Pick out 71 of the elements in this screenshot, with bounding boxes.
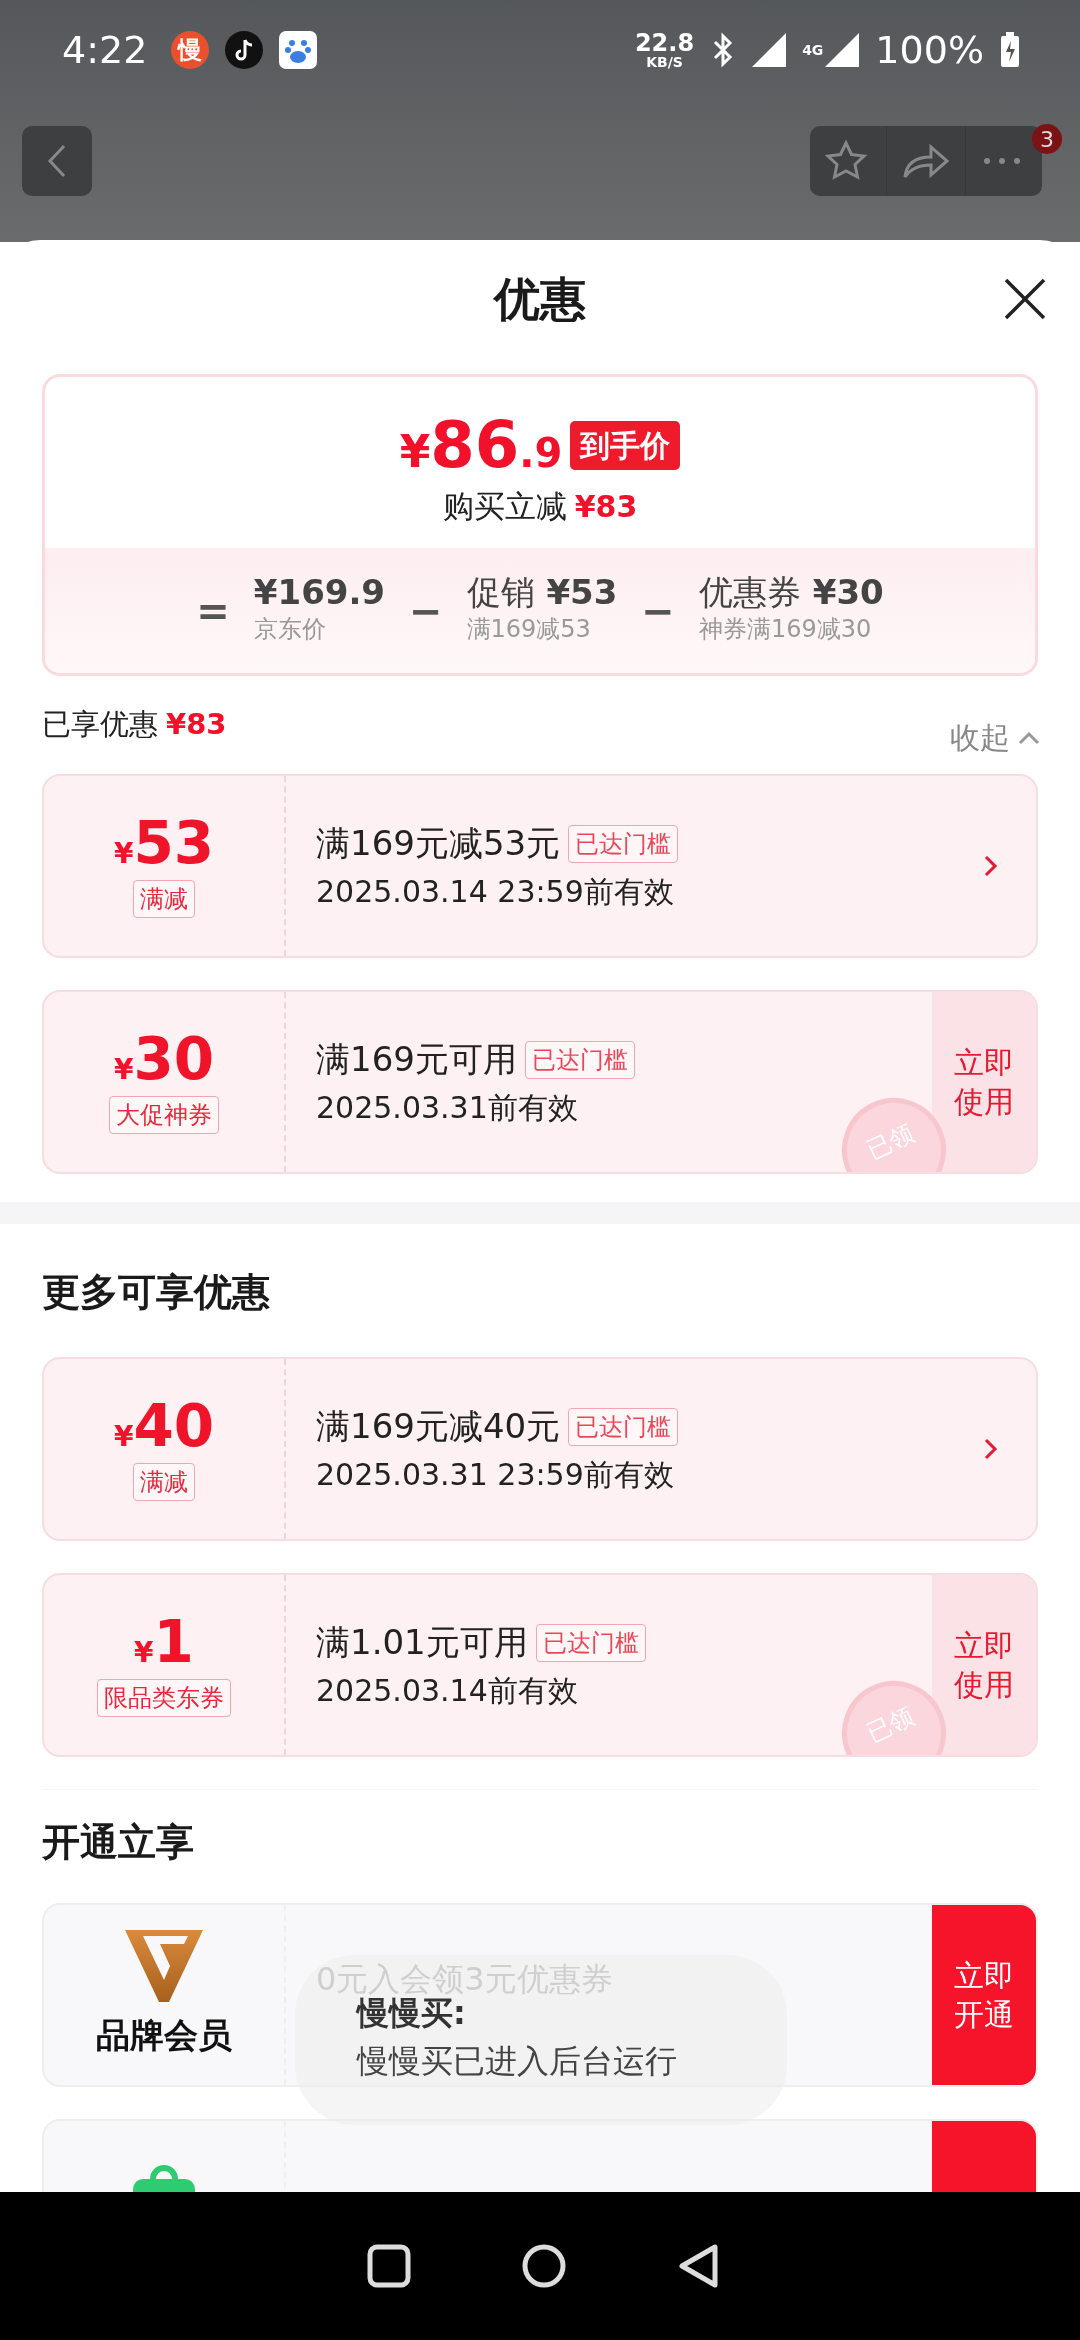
more-icon[interactable] <box>982 156 1022 166</box>
equals-sign: = <box>196 586 230 636</box>
recents-icon[interactable] <box>367 2244 411 2288</box>
term-note: 京东价 <box>253 614 327 646</box>
chevron-right-icon <box>984 855 998 877</box>
saving-label: 购买立减 <box>442 487 567 526</box>
use-now-button[interactable]: 立即使用 <box>932 992 1036 1172</box>
chevron-right-icon <box>984 1438 998 1460</box>
back-icon <box>47 144 67 178</box>
close-icon[interactable] <box>1004 278 1046 320</box>
toast-title: 慢慢买: <box>357 1994 467 2034</box>
price-term: 促销 ¥53 <box>466 573 618 612</box>
coupon-condition: 满169元减40元 <box>316 1405 561 1448</box>
star-icon[interactable] <box>824 139 868 183</box>
coupon-amount: ¥53 <box>113 814 215 872</box>
coupon-amount: ¥40 <box>113 1397 215 1455</box>
coupon-card[interactable]: ¥53 满减 满169元减53元 已达门槛 2025.03.14 23:59前有效 <box>42 774 1038 958</box>
signal-icon <box>752 33 787 67</box>
price-term: ¥169.9 <box>253 573 385 612</box>
speed-unit: KB/S <box>646 55 683 69</box>
price-term: 优惠券 ¥30 <box>698 573 884 612</box>
coupon-type-tag: 满减 <box>133 1463 195 1501</box>
app-notification-icon: 慢 <box>171 31 210 69</box>
coupon-type-tag: 限品类东券 <box>97 1679 231 1717</box>
collapse-toggle[interactable]: 收起 <box>950 715 1040 760</box>
coupon-amount: ¥30 <box>113 1030 215 1088</box>
price-tag: 到手价 <box>570 420 681 470</box>
threshold-badge: 已达门槛 <box>568 1407 679 1446</box>
home-icon[interactable] <box>521 2243 567 2289</box>
final-price: ¥86.9 <box>399 413 563 477</box>
use-now-button[interactable]: 立即使用 <box>932 1575 1036 1755</box>
coupon-type-tag: 大促神券 <box>109 1096 219 1134</box>
network-type: 4G <box>802 40 824 60</box>
notification-count: 3 <box>1032 124 1062 154</box>
coupon-condition: 满169元可用 <box>316 1038 517 1081</box>
paw-icon <box>279 31 318 69</box>
threshold-badge: 已达门槛 <box>535 1623 646 1662</box>
network-speed: 22.8 <box>634 31 695 55</box>
member-name: 品牌会员 <box>96 2013 232 2057</box>
v-logo-icon <box>125 1929 203 2002</box>
status-time: 4:22 <box>62 26 148 74</box>
section-title: 开通立享 <box>42 1820 194 1864</box>
back-icon[interactable] <box>677 2243 721 2289</box>
section-title: 更多可享优惠 <box>42 1270 270 1314</box>
minus-sign: − <box>409 586 443 636</box>
coupon-card[interactable]: ¥40 满减 满169元减40元 已达门槛 2025.03.31 23:59前有效 <box>42 1357 1038 1541</box>
join-now-button[interactable]: 立即开通 <box>932 1905 1036 2085</box>
enjoyed-label: 已享优惠 <box>42 705 158 743</box>
back-button[interactable] <box>22 126 92 196</box>
coupon-condition: 满169元减53元 <box>316 822 561 865</box>
validity-text: 2025.03.14 23:59前有效 <box>316 873 675 911</box>
threshold-badge: 已达门槛 <box>524 1040 635 1079</box>
battery-level: 100% <box>875 26 984 74</box>
validity-text: 2025.03.31 23:59前有效 <box>316 1456 675 1494</box>
signal-icon <box>825 33 860 67</box>
saving-value: ¥83 <box>574 487 638 526</box>
term-note: 神券满169减30 <box>698 614 873 646</box>
coupon-amount: ¥1 <box>134 1613 194 1671</box>
toast-message: 慢慢买已进入后台运行 <box>357 2041 678 2082</box>
chevron-up-icon <box>1018 730 1040 745</box>
validity-text: 2025.03.14前有效 <box>316 1672 579 1710</box>
term-note: 满169减53 <box>466 614 592 646</box>
validity-text: 2025.03.31前有效 <box>316 1089 579 1127</box>
threshold-badge: 已达门槛 <box>568 824 679 863</box>
enjoyed-value: ¥83 <box>166 705 227 743</box>
coupon-condition: 满1.01元可用 <box>316 1621 528 1664</box>
battery-charging-icon <box>1000 32 1020 68</box>
music-note-icon <box>225 31 264 69</box>
minus-sign: − <box>641 586 675 636</box>
coupon-type-tag: 满减 <box>133 880 195 918</box>
sheet-title: 优惠 <box>494 270 586 328</box>
